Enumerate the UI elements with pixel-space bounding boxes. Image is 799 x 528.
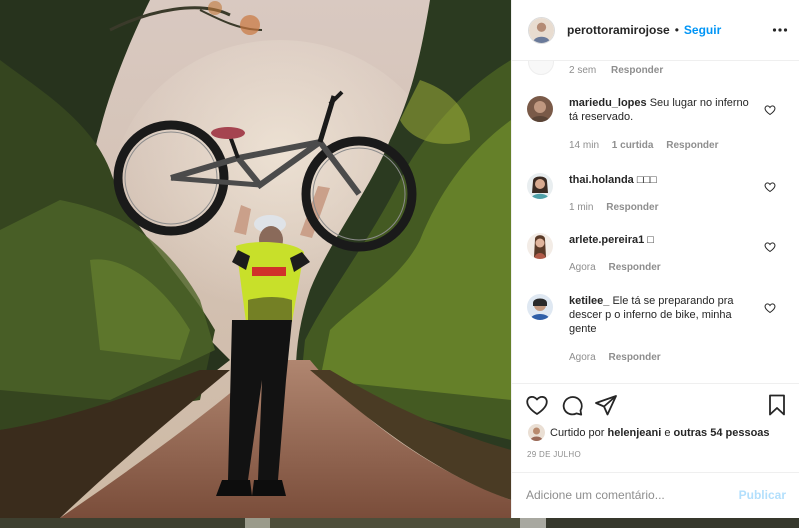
likes-conjunction: e	[664, 426, 671, 439]
comment-text: □□□	[636, 174, 657, 186]
bicycle-photo	[0, 0, 511, 518]
reply-button[interactable]: Responder	[608, 352, 660, 363]
comment-meta: Agora Responder	[569, 352, 671, 363]
heart-icon[interactable]	[764, 241, 776, 253]
commenter-avatar[interactable]	[527, 173, 553, 199]
likes-others[interactable]: outras 54 pessoas	[674, 427, 770, 439]
previous-comment-meta: 2 sem Responder	[569, 65, 675, 76]
comment-input[interactable]	[526, 485, 726, 505]
comment-meta: 1 min Responder	[569, 202, 668, 213]
reply-button[interactable]: Responder	[608, 262, 660, 273]
reply-button[interactable]: Responder	[666, 140, 718, 151]
heart-icon[interactable]	[764, 104, 776, 116]
comment-text: □	[647, 234, 654, 246]
likes-prefix: Curtido por	[550, 426, 605, 439]
add-comment-bar: Publicar	[512, 472, 799, 518]
comment-likes[interactable]: 1 curtida	[612, 140, 654, 151]
bookmark-icon[interactable]	[765, 393, 789, 417]
post-details-panel: perottoramirojose • Seguir 2 sem Respond…	[511, 0, 799, 518]
comment-time: Agora	[569, 352, 596, 363]
liker-avatar[interactable]	[528, 424, 545, 441]
commenter-avatar[interactable]	[527, 96, 553, 122]
heart-icon[interactable]	[764, 302, 776, 314]
author-avatar[interactable]	[528, 16, 555, 44]
commenter-username[interactable]: mariedu_lopes	[569, 97, 647, 109]
commenter-username[interactable]: thai.holanda	[569, 174, 634, 186]
post-date[interactable]: 29 DE JULHO	[527, 450, 581, 459]
post-photo	[0, 0, 511, 518]
comments-list[interactable]: 2 sem Responder mariedu_lopes Seu lugar …	[512, 61, 799, 383]
next-post-strip	[0, 518, 799, 528]
comment-meta: Agora Responder	[569, 262, 671, 273]
comment-icon[interactable]	[560, 393, 584, 417]
author-username[interactable]: perottoramirojose	[567, 23, 670, 37]
likes-summary: Curtido por helenjeani e outras 54 pesso…	[528, 424, 770, 441]
comment-time: 1 min	[569, 202, 594, 213]
publish-button[interactable]: Publicar	[739, 488, 786, 502]
comment-time: 2 sem	[569, 65, 597, 76]
comment-meta: 14 min 1 curtida Responder	[569, 140, 729, 151]
header-separator: •	[674, 23, 679, 37]
comment-time: 14 min	[569, 140, 600, 151]
heart-icon[interactable]	[764, 181, 776, 193]
commenter-username[interactable]: ketilee_	[569, 295, 609, 307]
commenter-avatar[interactable]	[527, 294, 553, 320]
post-header: perottoramirojose • Seguir	[512, 0, 799, 61]
follow-button[interactable]: Seguir	[684, 23, 721, 37]
paper-plane-icon[interactable]	[594, 393, 618, 417]
reply-button[interactable]: Responder	[611, 65, 663, 76]
reply-button[interactable]: Responder	[606, 202, 658, 213]
liker-username[interactable]: helenjeani	[607, 427, 661, 439]
commenter-avatar[interactable]	[527, 233, 553, 259]
heart-icon[interactable]	[525, 393, 549, 417]
comment-time: Agora	[569, 262, 596, 273]
commenter-username[interactable]: arlete.pereira1	[569, 234, 644, 246]
previous-comment-avatar	[528, 61, 554, 75]
more-horizontal-icon[interactable]	[772, 22, 788, 38]
